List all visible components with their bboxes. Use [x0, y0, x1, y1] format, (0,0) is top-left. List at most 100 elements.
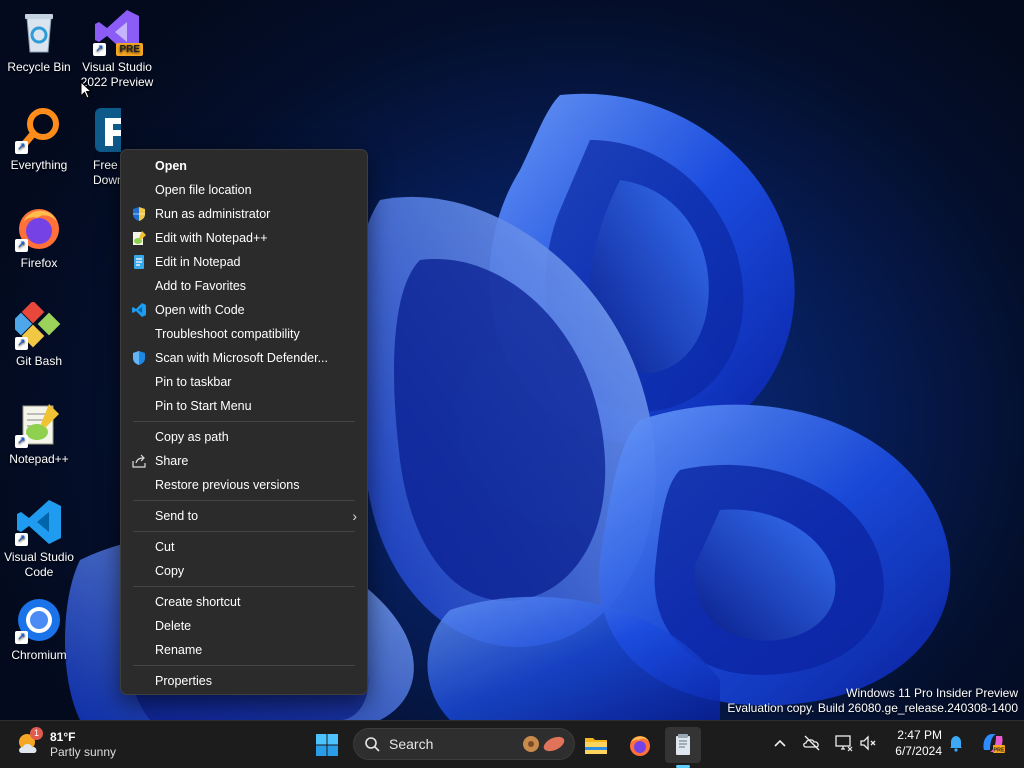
- notification-center-button[interactable]: [946, 733, 966, 753]
- menu-item-label: Copy: [155, 564, 185, 578]
- desktop-icon-label: Git Bash: [15, 354, 63, 368]
- git-bash-icon: ↗: [15, 302, 63, 350]
- uac-shield-icon: [131, 206, 147, 222]
- desktop-icon-visual-studio-preview[interactable]: ↗ PRE Visual Studio 2022 Preview: [79, 8, 155, 90]
- desktop-icon-label: Free Down: [93, 158, 121, 187]
- menu-item-label: Restore previous versions: [155, 478, 300, 492]
- desktop-icon-label: Recycle Bin: [7, 60, 71, 74]
- menu-item-label: Send to: [155, 509, 199, 523]
- taskbar-firefox[interactable]: [622, 727, 658, 763]
- menu-item-label: Rename: [155, 643, 203, 657]
- visual-studio-preview-icon: ↗ PRE: [93, 8, 143, 56]
- watermark-line-2: Evaluation copy. Build 26080.ge_release.…: [727, 701, 1018, 715]
- menu-item-edit-with-notepad-plus-plus[interactable]: Edit with Notepad++: [121, 226, 367, 250]
- free-download-manager-icon: [93, 106, 121, 154]
- menu-item-share[interactable]: Share: [121, 449, 367, 473]
- shortcut-arrow-icon: ↗: [15, 337, 28, 350]
- menu-item-label: Delete: [155, 619, 192, 633]
- volume-tray-button[interactable]: [858, 733, 878, 753]
- clock-time: 2:47 PM: [897, 728, 942, 742]
- desktop-icon-git-bash[interactable]: ↗ Git Bash: [1, 302, 77, 369]
- menu-item-send-to[interactable]: Send to ›: [121, 504, 367, 528]
- desktop-icon-recycle-bin[interactable]: Recycle Bin: [1, 8, 77, 75]
- pre-badge: PRE: [116, 43, 143, 56]
- taskbar-file-explorer[interactable]: [578, 727, 614, 763]
- search-placeholder: Search: [389, 736, 434, 752]
- notepad-plus-plus-icon: [131, 230, 147, 246]
- copilot-icon: PRE: [983, 734, 1005, 754]
- menu-item-scan-with-defender[interactable]: Scan with Microsoft Defender...: [121, 346, 367, 370]
- menu-item-open-file-location[interactable]: Open file location: [121, 178, 367, 202]
- start-button[interactable]: [309, 727, 345, 763]
- desktop-icon-label: Chromium: [11, 648, 67, 662]
- show-hidden-icons-button[interactable]: [770, 733, 790, 753]
- taskbar: 1 81°F Partly sunny Search 2:47 PM 6/7/2…: [0, 720, 1024, 768]
- shortcut-arrow-icon: ↗: [93, 43, 106, 56]
- menu-item-pin-to-start-menu[interactable]: Pin to Start Menu: [121, 394, 367, 418]
- notepad-plus-plus-icon: ↗: [15, 400, 63, 448]
- desktop-icon-notepad-plus-plus[interactable]: ↗ Notepad++: [1, 400, 77, 467]
- copilot-button[interactable]: PRE: [980, 730, 1006, 756]
- menu-item-restore-previous-versions[interactable]: Restore previous versions: [121, 473, 367, 497]
- menu-item-run-as-administrator[interactable]: Run as administrator: [121, 202, 367, 226]
- recycle-bin-icon: [15, 8, 63, 56]
- menu-item-label: Edit in Notepad: [155, 255, 241, 269]
- menu-item-copy-as-path[interactable]: Copy as path: [121, 425, 367, 449]
- onedrive-off-icon: [803, 735, 820, 751]
- defender-shield-icon: [131, 350, 147, 366]
- taskbar-clock[interactable]: 2:47 PM 6/7/2024: [884, 727, 942, 759]
- context-menu: Open Open file location Run as administr…: [120, 149, 368, 695]
- volume-muted-icon: [860, 735, 876, 751]
- menu-item-label: Edit with Notepad++: [155, 231, 268, 245]
- desktop-icon-chromium[interactable]: ↗ Chromium: [1, 596, 77, 663]
- menu-item-label: Share: [155, 454, 189, 468]
- menu-item-edit-in-notepad[interactable]: Edit in Notepad: [121, 250, 367, 274]
- menu-separator: [133, 500, 355, 501]
- menu-item-label: Open: [155, 159, 187, 173]
- desktop-icon-firefox[interactable]: ↗ Firefox: [1, 204, 77, 271]
- desktop-icon-vscode[interactable]: ↗ Visual Studio Code: [1, 498, 77, 580]
- menu-item-copy[interactable]: Copy: [121, 559, 367, 583]
- menu-item-label: Troubleshoot compatibility: [155, 327, 300, 341]
- mouse-cursor-icon: [80, 81, 92, 99]
- menu-item-rename[interactable]: Rename: [121, 638, 367, 662]
- menu-item-cut[interactable]: Cut: [121, 535, 367, 559]
- shortcut-arrow-icon: ↗: [15, 141, 28, 154]
- menu-item-open-with-code[interactable]: Open with Code: [121, 298, 367, 322]
- menu-item-label: Open file location: [155, 183, 252, 197]
- menu-item-create-shortcut[interactable]: Create shortcut: [121, 590, 367, 614]
- shortcut-arrow-icon: ↗: [15, 435, 28, 448]
- search-highlight-icon: [523, 736, 565, 752]
- menu-item-label: Pin to taskbar: [155, 375, 232, 389]
- everything-search-icon: ↗: [15, 106, 63, 154]
- menu-item-troubleshoot-compatibility[interactable]: Troubleshoot compatibility: [121, 322, 367, 346]
- weather-temperature: 81°F: [50, 730, 76, 744]
- menu-item-label: Scan with Microsoft Defender...: [155, 351, 328, 365]
- menu-item-label: Pin to Start Menu: [155, 399, 252, 413]
- menu-item-label: Create shortcut: [155, 595, 241, 609]
- menu-item-label: Run as administrator: [155, 207, 271, 221]
- onedrive-tray-button[interactable]: [802, 733, 822, 753]
- shortcut-arrow-icon: ↗: [15, 533, 28, 546]
- menu-separator: [133, 531, 355, 532]
- menu-item-delete[interactable]: Delete: [121, 614, 367, 638]
- chevron-right-icon: ›: [352, 508, 357, 524]
- network-tray-button[interactable]: [834, 733, 854, 753]
- menu-item-label: Open with Code: [155, 303, 245, 317]
- taskbar-search-box[interactable]: Search: [353, 728, 575, 760]
- desktop-icon-free-download-manager[interactable]: Free Down: [79, 106, 121, 188]
- menu-item-open[interactable]: Open: [121, 154, 367, 178]
- menu-item-pin-to-taskbar[interactable]: Pin to taskbar: [121, 370, 367, 394]
- notepad-app-icon: [676, 734, 690, 755]
- menu-item-add-to-favorites[interactable]: Add to Favorites: [121, 274, 367, 298]
- desktop-icon-label: Firefox: [20, 256, 58, 270]
- vscode-icon: ↗: [15, 498, 63, 546]
- watermark-line-1: Windows 11 Pro Insider Preview: [846, 686, 1018, 700]
- menu-item-properties[interactable]: Properties: [121, 669, 367, 693]
- weather-condition: Partly sunny: [50, 745, 117, 759]
- desktop-icon-everything[interactable]: ↗ Everything: [1, 106, 77, 173]
- firefox-icon: ↗: [15, 204, 63, 252]
- taskbar-notepad-app[interactable]: [665, 727, 701, 763]
- menu-separator: [133, 586, 355, 587]
- search-icon: [365, 737, 380, 752]
